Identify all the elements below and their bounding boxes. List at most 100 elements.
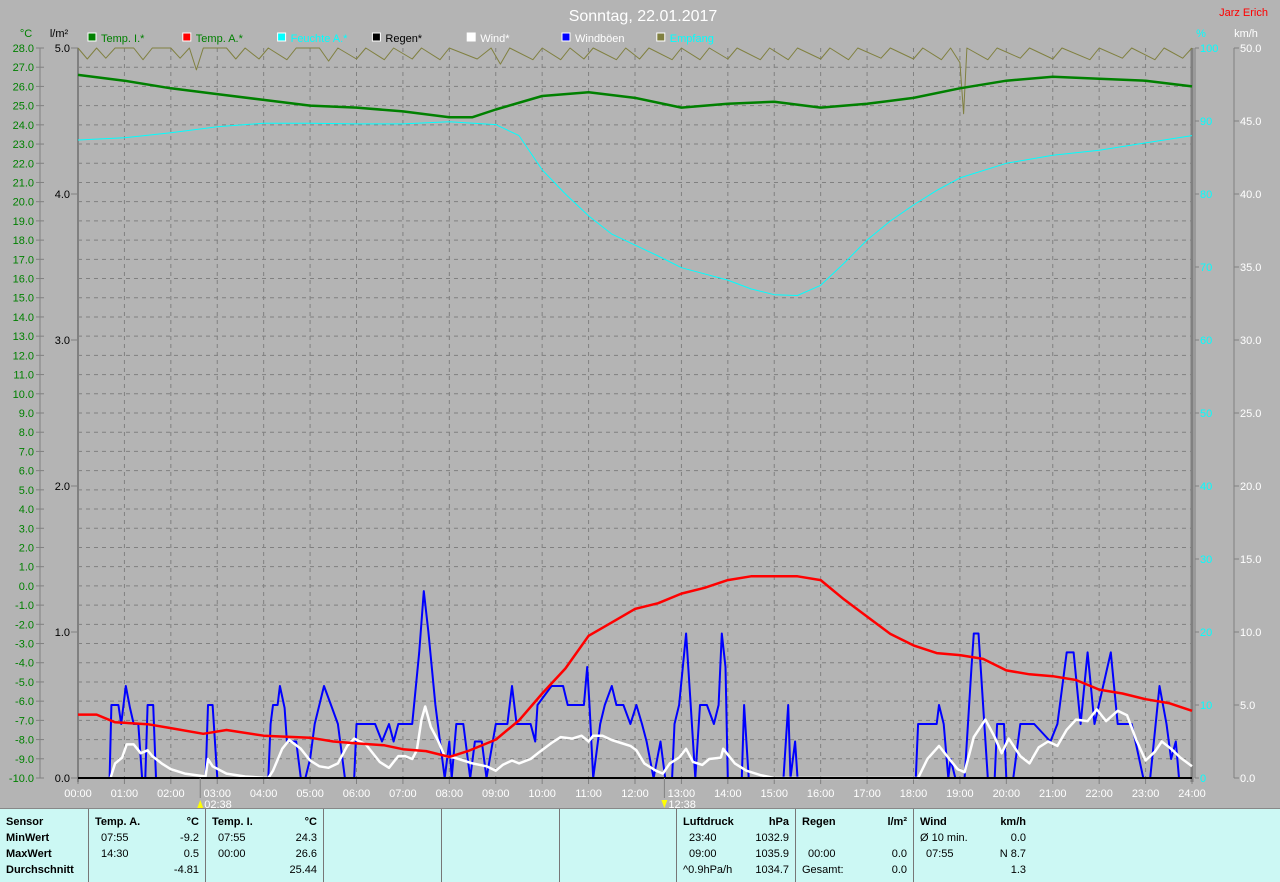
wind-day-avg: 1.3 <box>1010 864 1026 876</box>
grid <box>78 48 1192 778</box>
x-tick-label: 05:00 <box>296 788 324 800</box>
x-tick-label: 21:00 <box>1039 788 1067 800</box>
wind-avg-10min: 0.0 <box>1010 832 1026 844</box>
humidity-tick-label: 70 <box>1200 262 1212 274</box>
x-tick-label: 24:00 <box>1178 788 1206 800</box>
chart-title: Sonntag, 22.01.2017 <box>569 8 718 25</box>
x-tick-label: 00:00 <box>64 788 92 800</box>
temp-tick-label: 19.0 <box>13 216 34 228</box>
temp-tick-label: 4.0 <box>19 504 34 516</box>
rain-unit: l/m² <box>887 816 907 828</box>
temp-tick-label: 25.0 <box>13 101 34 113</box>
temp-tick-label: 20.0 <box>13 197 34 209</box>
x-tick-label: 06:00 <box>343 788 371 800</box>
marker-time-label: 02:38 <box>204 799 232 808</box>
legend-swatch <box>371 32 381 42</box>
x-tick-label: 20:00 <box>993 788 1021 800</box>
weather-chart: Sonntag, 22.01.2017 Jarz Erich Temp. I.*… <box>9 7 1268 808</box>
wind-avg-label: Ø 10 min. <box>920 832 968 844</box>
x-tick-label: 04:00 <box>250 788 278 800</box>
rain-tick-label: 3.0 <box>55 335 70 347</box>
temp-tick-label: -3.0 <box>15 639 34 651</box>
temp-i-unit: °C <box>304 816 317 828</box>
humidity-tick-label: 0 <box>1200 773 1206 785</box>
temp-tick-label: 11.0 <box>13 370 34 382</box>
legend-swatch <box>561 32 571 42</box>
legend-label: Regen* <box>385 33 422 45</box>
pressure-avg: 1034.7 <box>755 864 789 876</box>
x-tick-label: 12:00 <box>621 788 649 800</box>
humidity-tick-label: 100 <box>1200 43 1218 55</box>
pressure-header: Luftdruck <box>683 816 734 828</box>
x-tick-label: 19:00 <box>946 788 974 800</box>
triangle-down-icon <box>661 800 668 808</box>
temp-i-max: 26.6 <box>295 848 317 860</box>
temp-tick-label: 23.0 <box>13 139 34 151</box>
humidity-tick-label: 40 <box>1200 481 1212 493</box>
temp-tick-label: -2.0 <box>15 619 34 631</box>
x-tick-label: 23:00 <box>1132 788 1160 800</box>
x-tick-label: 15:00 <box>760 788 788 800</box>
wind-tick-label: 20.0 <box>1240 481 1261 493</box>
temp-a-min: -9.2 <box>180 832 199 844</box>
legend-swatch <box>87 32 97 42</box>
temp-tick-label: 3.0 <box>19 523 34 535</box>
x-tick-label: 17:00 <box>853 788 881 800</box>
temp-tick-label: -1.0 <box>15 600 34 612</box>
temp-tick-label: 18.0 <box>13 235 34 247</box>
humidity-axis-unit: % <box>1196 28 1206 40</box>
temp-i-header: Temp. I. <box>212 816 253 828</box>
row-label-max: MaxWert <box>6 848 52 860</box>
humidity-tick-label: 10 <box>1200 700 1212 712</box>
temp-tick-label: 28.0 <box>13 43 34 55</box>
temp-tick-label: 17.0 <box>13 254 34 266</box>
pressure-unit: hPa <box>768 816 789 828</box>
rain-tick-label: 0.0 <box>55 773 70 785</box>
legend-label: Temp. I.* <box>101 33 145 45</box>
wind-header: Wind <box>920 816 947 828</box>
temp-tick-label: 13.0 <box>13 331 34 343</box>
wind-axis-unit: km/h <box>1234 28 1258 40</box>
x-tick-label: 11:00 <box>575 788 602 800</box>
temp-tick-label: 2.0 <box>19 542 34 554</box>
stats-sensor-column: Sensor MinWert MaxWert Durchschnitt <box>0 809 89 882</box>
legend-label: Windböen <box>575 33 625 45</box>
statistics-panel: Sensor MinWert MaxWert Durchschnitt Temp… <box>0 808 1280 882</box>
temp-tick-label: -7.0 <box>15 715 34 727</box>
stats-rain-column: Regen l/m² 00:00 0.0 Gesamt: 0.0 <box>796 809 914 882</box>
temp-tick-label: 12.0 <box>13 350 34 362</box>
stats-pressure-column: Luftdruck hPa 23:40 1032.9 09:00 1035.9 ^0.… <box>677 809 796 882</box>
rain-header: Regen <box>802 816 836 828</box>
legend: Temp. I.* Temp. A.* Feuchte A.* Regen* Wind*… <box>87 32 714 45</box>
pressure-max-time: 09:00 <box>689 848 717 860</box>
x-tick-label: 22:00 <box>1085 788 1113 800</box>
pressure-max: 1035.9 <box>755 848 789 860</box>
temp-tick-label: 21.0 <box>13 177 34 189</box>
wind-tick-label: 15.0 <box>1240 554 1261 566</box>
humidity-tick-label: 50 <box>1200 408 1212 420</box>
temp-tick-label: -10.0 <box>9 773 34 785</box>
legend-swatch <box>182 32 192 42</box>
temp-a-header: Temp. A. <box>95 816 141 828</box>
author-label: Jarz Erich <box>1219 7 1268 19</box>
wind-max-time: 07:55 <box>926 848 954 860</box>
temp-a-avg: -4.81 <box>173 864 199 876</box>
wind-tick-label: 0.0 <box>1240 773 1255 785</box>
temp-tick-label: 22.0 <box>13 158 34 170</box>
pressure-min: 1032.9 <box>755 832 789 844</box>
wind-tick-label: 50.0 <box>1240 43 1261 55</box>
temp-tick-label: 15.0 <box>13 293 34 305</box>
temp-i-min: 24.3 <box>295 832 317 844</box>
legend-label: Temp. A.* <box>196 33 244 45</box>
temp-i-max-time: 00:00 <box>218 848 246 860</box>
temp-tick-label: -4.0 <box>15 658 34 670</box>
legend-label: Feuchte A.* <box>291 33 349 45</box>
temp-tick-label: 16.0 <box>13 274 34 286</box>
rain-max-time: 00:00 <box>808 848 836 860</box>
temp-tick-label: 26.0 <box>13 81 34 93</box>
temp-tick-label: -8.0 <box>15 735 34 747</box>
temp-a-min-time: 07:55 <box>101 832 129 844</box>
stats-empty-column <box>560 809 677 882</box>
stats-temp-i-column: Temp. I. °C 07:55 24.3 00:00 26.6 25.44 <box>206 809 324 882</box>
temp-tick-label: -5.0 <box>15 677 34 689</box>
